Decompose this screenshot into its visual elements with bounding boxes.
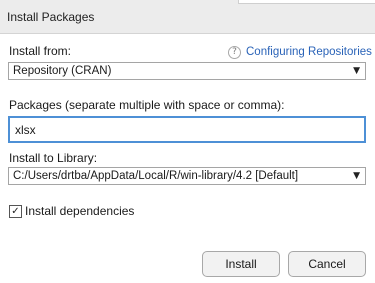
install-to-library-select[interactable]: C:/Users/drtba/AppData/Local/R/win-libra… <box>8 167 366 185</box>
dialog-titlebar: Install Packages <box>0 0 375 34</box>
packages-label: Packages (separate multiple with space o… <box>9 98 285 112</box>
install-from-label: Install from: <box>9 44 72 58</box>
packages-input[interactable] <box>8 116 366 143</box>
install-to-library-label: Install to Library: <box>9 151 98 165</box>
install-packages-dialog: Install Packages Install from: ? Configu… <box>0 0 375 283</box>
install-from-select[interactable]: Repository (CRAN) ▼ <box>8 62 366 80</box>
install-button[interactable]: Install <box>202 251 280 277</box>
install-dependencies-checkbox[interactable]: ✓ <box>9 204 22 218</box>
dropdown-arrow-icon: ▼ <box>353 171 360 181</box>
configuring-repositories-link[interactable]: ? Configuring Repositories <box>228 44 372 60</box>
configuring-repositories-text: Configuring Repositories <box>246 46 372 58</box>
dialog-title: Install Packages <box>7 10 95 24</box>
dropdown-arrow-icon: ▼ <box>353 66 360 76</box>
cancel-button[interactable]: Cancel <box>288 251 366 277</box>
question-circle-icon: ? <box>228 45 241 59</box>
install-to-library-value: C:/Users/drtba/AppData/Local/R/win-libra… <box>13 170 299 182</box>
install-dependencies-row[interactable]: ✓ Install dependencies <box>9 204 134 218</box>
install-from-value: Repository (CRAN) <box>13 65 112 77</box>
install-dependencies-label: Install dependencies <box>25 204 135 218</box>
background-window-edge <box>238 0 375 4</box>
